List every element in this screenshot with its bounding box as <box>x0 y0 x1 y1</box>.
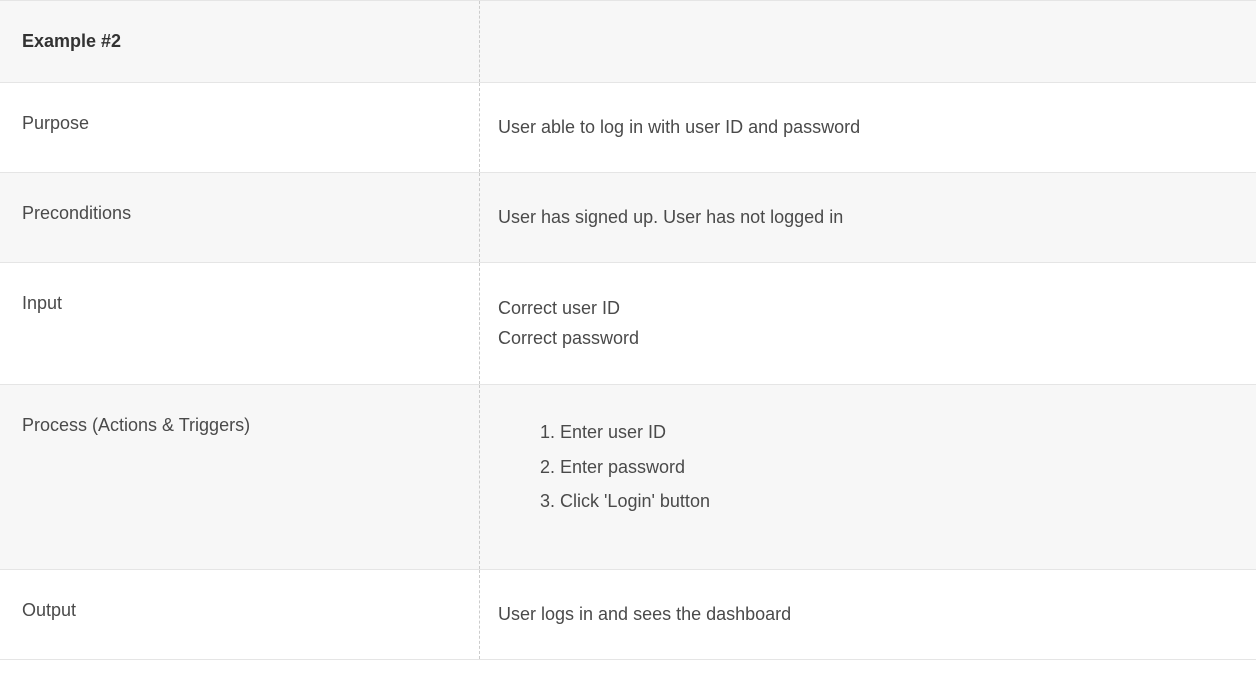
process-value-cell: Enter user ID Enter password Click 'Logi… <box>480 385 1256 569</box>
process-label-cell: Process (Actions & Triggers) <box>0 385 480 569</box>
input-line-2: Correct password <box>498 323 1234 354</box>
input-value-cell: Correct user ID Correct password <box>480 263 1256 384</box>
test-case-table: Example #2 Purpose User able to log in w… <box>0 0 1256 660</box>
purpose-value-cell: User able to log in with user ID and pas… <box>480 83 1256 172</box>
purpose-label-cell: Purpose <box>0 83 480 172</box>
header-cell-left: Example #2 <box>0 1 480 82</box>
process-steps-list: Enter user ID Enter password Click 'Logi… <box>498 415 1234 519</box>
output-label: Output <box>22 600 76 620</box>
preconditions-row: Preconditions User has signed up. User h… <box>0 172 1256 262</box>
output-value-cell: User logs in and sees the dashboard <box>480 570 1256 659</box>
input-label: Input <box>22 293 62 313</box>
purpose-row: Purpose User able to log in with user ID… <box>0 82 1256 172</box>
process-label: Process (Actions & Triggers) <box>22 415 250 435</box>
header-cell-right <box>480 1 1256 82</box>
table-title: Example #2 <box>22 31 121 51</box>
process-row: Process (Actions & Triggers) Enter user … <box>0 384 1256 569</box>
process-step-1: Enter user ID <box>560 415 1234 450</box>
output-value: User logs in and sees the dashboard <box>498 604 791 624</box>
purpose-label: Purpose <box>22 113 89 133</box>
process-step-2: Enter password <box>560 450 1234 485</box>
output-label-cell: Output <box>0 570 480 659</box>
input-row: Input Correct user ID Correct password <box>0 262 1256 384</box>
purpose-value: User able to log in with user ID and pas… <box>498 117 860 137</box>
input-label-cell: Input <box>0 263 480 384</box>
input-line-1: Correct user ID <box>498 293 1234 324</box>
header-row: Example #2 <box>0 0 1256 82</box>
preconditions-value: User has signed up. User has not logged … <box>498 207 843 227</box>
preconditions-value-cell: User has signed up. User has not logged … <box>480 173 1256 262</box>
preconditions-label: Preconditions <box>22 203 131 223</box>
process-step-3: Click 'Login' button <box>560 484 1234 519</box>
output-row: Output User logs in and sees the dashboa… <box>0 569 1256 660</box>
preconditions-label-cell: Preconditions <box>0 173 480 262</box>
